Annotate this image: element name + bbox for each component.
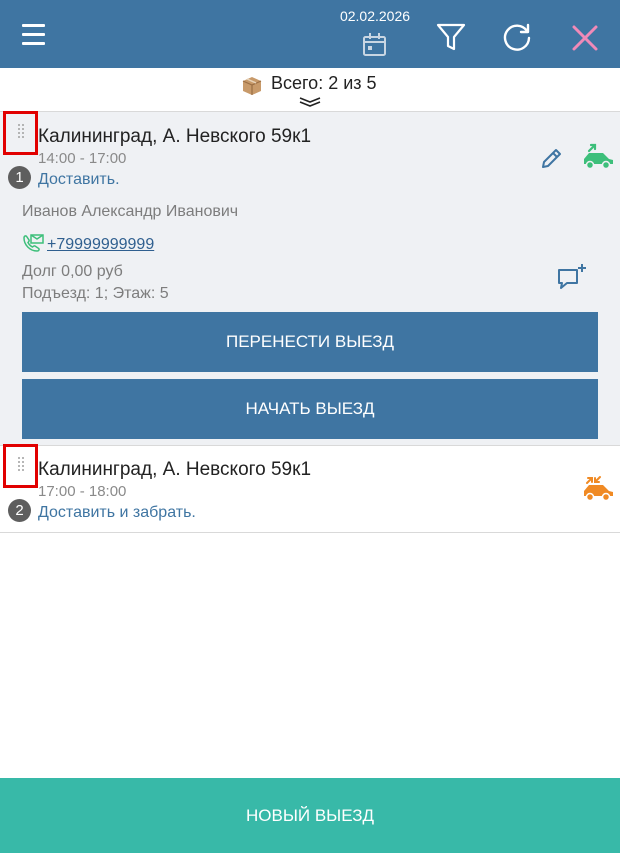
add-comment-icon[interactable] [556, 263, 588, 291]
order-time: 17:00 - 18:00 [38, 483, 127, 500]
start-trip-button[interactable]: НАЧАТЬ ВЫЕЗД [22, 379, 598, 439]
app-root: 02.02.2026 Всего: 2 из 5 Калининград, А.… [0, 0, 620, 853]
box-icon [242, 77, 262, 95]
order-action: Доставить. [38, 171, 120, 188]
phone-contact-icon[interactable] [22, 234, 44, 252]
refresh-icon[interactable] [501, 21, 533, 53]
calendar-icon[interactable] [362, 32, 387, 57]
order-number-badge: 2 [8, 499, 31, 522]
filter-icon[interactable] [436, 22, 466, 52]
menu-icon[interactable] [22, 24, 46, 46]
drag-dots-icon [18, 124, 24, 138]
reschedule-trip-button[interactable]: ПЕРЕНЕСТИ ВЫЕЗД [22, 312, 598, 372]
summary-count: Всего: 2 из 5 [271, 73, 377, 93]
order-address: Калининград, А. Невского 59к1 [38, 459, 312, 480]
car-delivery-pickup-icon [584, 476, 613, 502]
summary-bar[interactable]: Всего: 2 из 5 [0, 68, 620, 112]
close-icon[interactable] [571, 24, 599, 52]
top-bar: 02.02.2026 [0, 0, 620, 68]
drag-dots-icon [18, 457, 24, 471]
order-action: Доставить и забрать. [38, 504, 196, 521]
order-address: Калининград, А. Невского 59к1 [38, 126, 312, 147]
debt-info: Долг 0,00 руб [22, 263, 123, 280]
car-delivery-icon [584, 143, 613, 170]
order-number-badge: 1 [8, 166, 31, 189]
drag-handle[interactable] [3, 111, 38, 155]
customer-name: Иванов Александр Иванович [22, 203, 239, 220]
order-card[interactable]: Калининград, А. Невского 59к1 17:00 - 18… [0, 444, 620, 533]
drag-handle[interactable] [3, 444, 38, 488]
edit-pencil-icon[interactable] [540, 146, 564, 170]
customer-phone-link[interactable]: +79999999999 [47, 236, 154, 254]
chevron-down-icon[interactable] [298, 96, 322, 108]
order-time: 14:00 - 17:00 [38, 150, 127, 167]
entrance-info: Подъезд: 1; Этаж: 5 [22, 285, 169, 302]
new-trip-button[interactable]: НОВЫЙ ВЫЕЗД [0, 778, 620, 853]
date-label[interactable]: 02.02.2026 [336, 8, 414, 24]
order-card[interactable]: Калининград, А. Невского 59к1 14:00 - 17… [0, 111, 620, 446]
